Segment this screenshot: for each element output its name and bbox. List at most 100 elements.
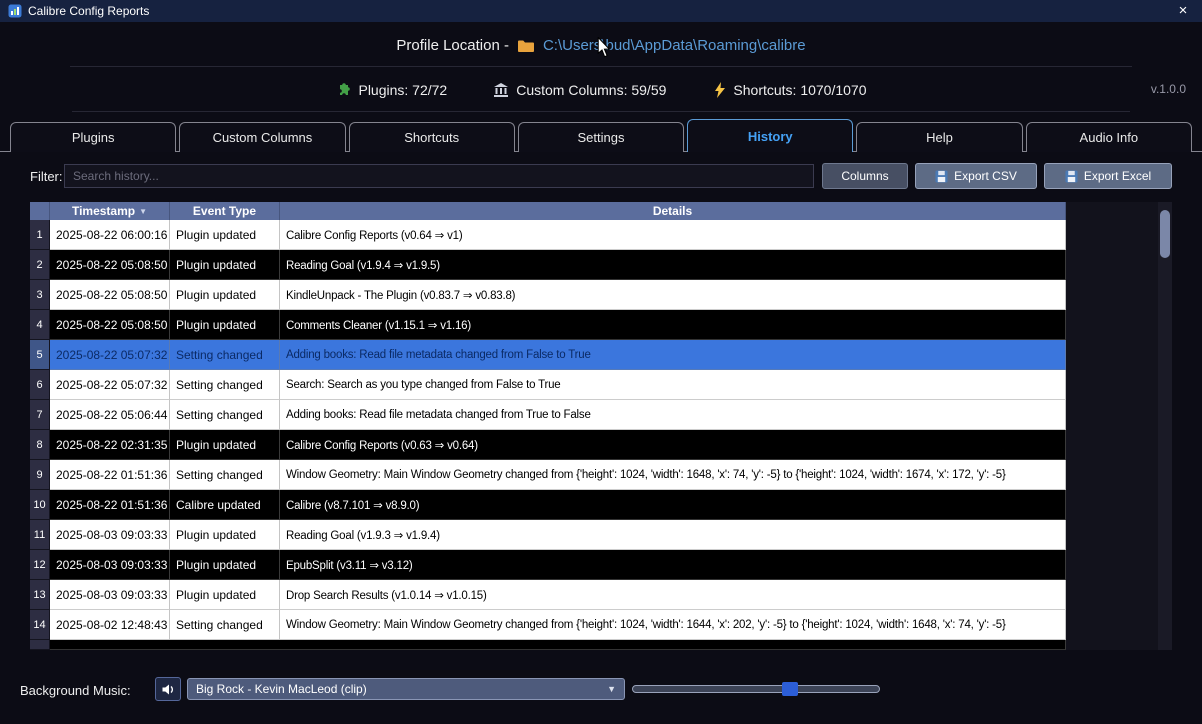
tab-audio-info[interactable]: Audio Info (1025, 122, 1192, 152)
sort-descending-icon: ▼ (139, 206, 148, 216)
row-number: 14 (30, 610, 50, 640)
corner-header-cell[interactable] (30, 202, 50, 220)
row-number: 12 (30, 550, 50, 580)
row-event: Plugin updated (170, 250, 280, 280)
tab-shortcuts[interactable]: Shortcuts (348, 122, 515, 152)
timestamp-column-header[interactable]: Timestamp ▼ (50, 202, 170, 220)
columns-button-label: Columns (841, 169, 889, 183)
row-event: Plugin updated (170, 430, 280, 460)
row-number: 1 (30, 220, 50, 250)
table-header: Timestamp ▼ Event Type Details (30, 202, 1066, 220)
partial-row (30, 640, 1066, 650)
volume-slider-handle[interactable] (782, 682, 799, 696)
row-number: 3 (30, 280, 50, 310)
row-event: Setting changed (170, 400, 280, 430)
window-title: Calibre Config Reports (28, 4, 150, 18)
profile-path-link[interactable]: C:\Users\bud\AppData\Roaming\calibre (543, 37, 806, 54)
row-timestamp: 2025-08-22 05:08:50 (50, 280, 170, 310)
floppy-icon (935, 169, 948, 183)
row-timestamp: 2025-08-22 05:08:50 (50, 250, 170, 280)
table-body: 1 2025-08-22 06:00:16 Plugin updated Cal… (30, 220, 1066, 640)
app-icon (8, 4, 22, 18)
tab-settings[interactable]: Settings (517, 122, 685, 152)
row-timestamp: 2025-08-22 02:31:35 (50, 430, 170, 460)
titlebar: Calibre Config Reports × (0, 0, 1202, 22)
row-event: Plugin updated (170, 280, 280, 310)
table-row[interactable]: 4 2025-08-22 05:08:50 Plugin updated Com… (30, 310, 1066, 340)
chevron-down-icon: ▼ (607, 684, 616, 694)
row-details: Calibre (v8.7.101 ⇒ v8.9.0) (280, 490, 1066, 520)
event-type-column-header[interactable]: Event Type (170, 202, 280, 220)
shortcuts-stat-label: Shortcuts: 1070/1070 (733, 82, 867, 98)
table-row[interactable]: 9 2025-08-22 01:51:36 Setting changed Wi… (30, 460, 1066, 490)
floppy-icon (1065, 169, 1078, 183)
timestamp-header-label: Timestamp (71, 204, 136, 218)
row-number: 2 (30, 250, 50, 280)
table-row[interactable]: 2 2025-08-22 05:08:50 Plugin updated Rea… (30, 250, 1066, 280)
row-details: Search: Search as you type changed from … (280, 370, 1066, 400)
version-label: v.1.0.0 (1150, 82, 1186, 96)
table-row[interactable]: 10 2025-08-22 01:51:36 Calibre updated C… (30, 490, 1066, 520)
scrollbar-thumb[interactable] (1160, 210, 1170, 258)
details-column-header[interactable]: Details (280, 202, 1066, 220)
profile-location-label: Profile Location - (396, 36, 509, 54)
search-input[interactable] (64, 164, 814, 188)
row-number: 7 (30, 400, 50, 430)
table-row[interactable]: 14 2025-08-02 12:48:43 Setting changed W… (30, 610, 1066, 640)
row-number: 9 (30, 460, 50, 490)
row-event: Plugin updated (170, 550, 280, 580)
tab-history[interactable]: History (687, 119, 854, 152)
volume-slider[interactable] (632, 682, 880, 696)
row-details: Comments Cleaner (v1.15.1 ⇒ v1.16) (280, 310, 1066, 340)
export-excel-button[interactable]: Export Excel (1044, 163, 1172, 189)
close-button[interactable]: × (1172, 0, 1194, 22)
plugins-stat: Plugins: 72/72 (335, 82, 447, 98)
tab-plugins[interactable]: Plugins (10, 122, 177, 152)
export-csv-button[interactable]: Export CSV (915, 163, 1037, 189)
folder-icon (517, 38, 535, 53)
row-details: Adding books: Read file metadata changed… (280, 400, 1066, 430)
table-row[interactable]: 7 2025-08-22 05:06:44 Setting changed Ad… (30, 400, 1066, 430)
row-timestamp: 2025-08-02 12:48:43 (50, 610, 170, 640)
row-timestamp: 2025-08-22 05:07:32 (50, 370, 170, 400)
vertical-scrollbar[interactable] (1158, 202, 1172, 650)
bank-icon (493, 82, 509, 98)
row-event: Setting changed (170, 460, 280, 490)
row-event: Plugin updated (170, 580, 280, 610)
history-table: Timestamp ▼ Event Type Details 1 2025-08… (30, 202, 1066, 650)
table-row[interactable]: 13 2025-08-03 09:03:33 Plugin updated Dr… (30, 580, 1066, 610)
divider (70, 66, 1132, 67)
tab-help[interactable]: Help (856, 122, 1023, 152)
row-timestamp: 2025-08-22 01:51:36 (50, 490, 170, 520)
row-number: 5 (30, 340, 50, 370)
row-event: Plugin updated (170, 520, 280, 550)
row-timestamp: 2025-08-03 09:03:33 (50, 550, 170, 580)
table-row[interactable]: 12 2025-08-03 09:03:33 Plugin updated Ep… (30, 550, 1066, 580)
table-row[interactable]: 11 2025-08-03 09:03:33 Plugin updated Re… (30, 520, 1066, 550)
row-details: Reading Goal (v1.9.3 ⇒ v1.9.4) (280, 520, 1066, 550)
row-timestamp: 2025-08-03 09:03:33 (50, 520, 170, 550)
table-row[interactable]: 1 2025-08-22 06:00:16 Plugin updated Cal… (30, 220, 1066, 250)
table-row[interactable]: 5 2025-08-22 05:07:32 Setting changed Ad… (30, 340, 1066, 370)
row-event: Setting changed (170, 340, 280, 370)
table-row[interactable]: 3 2025-08-22 05:08:50 Plugin updated Kin… (30, 280, 1066, 310)
tab-custom-columns[interactable]: Custom Columns (179, 122, 346, 152)
music-dropdown-value: Big Rock - Kevin MacLeod (clip) (196, 682, 367, 696)
table-row[interactable]: 8 2025-08-22 02:31:35 Plugin updated Cal… (30, 430, 1066, 460)
row-timestamp: 2025-08-22 05:07:32 (50, 340, 170, 370)
speaker-button[interactable] (155, 677, 181, 701)
divider (72, 111, 1130, 112)
row-timestamp: 2025-08-22 05:06:44 (50, 400, 170, 430)
table-row[interactable]: 6 2025-08-22 05:07:32 Setting changed Se… (30, 370, 1066, 400)
row-event: Plugin updated (170, 220, 280, 250)
row-details: KindleUnpack - The Plugin (v0.83.7 ⇒ v0.… (280, 280, 1066, 310)
row-details: Window Geometry: Main Window Geometry ch… (280, 610, 1066, 640)
row-details: Calibre Config Reports (v0.63 ⇒ v0.64) (280, 430, 1066, 460)
filter-label: Filter: (30, 169, 63, 184)
row-event: Plugin updated (170, 310, 280, 340)
row-timestamp: 2025-08-03 09:03:33 (50, 580, 170, 610)
columns-button[interactable]: Columns (822, 163, 908, 189)
row-number: 6 (30, 370, 50, 400)
export-excel-label: Export Excel (1083, 169, 1152, 183)
music-dropdown[interactable]: Big Rock - Kevin MacLeod (clip) ▼ (187, 678, 625, 700)
